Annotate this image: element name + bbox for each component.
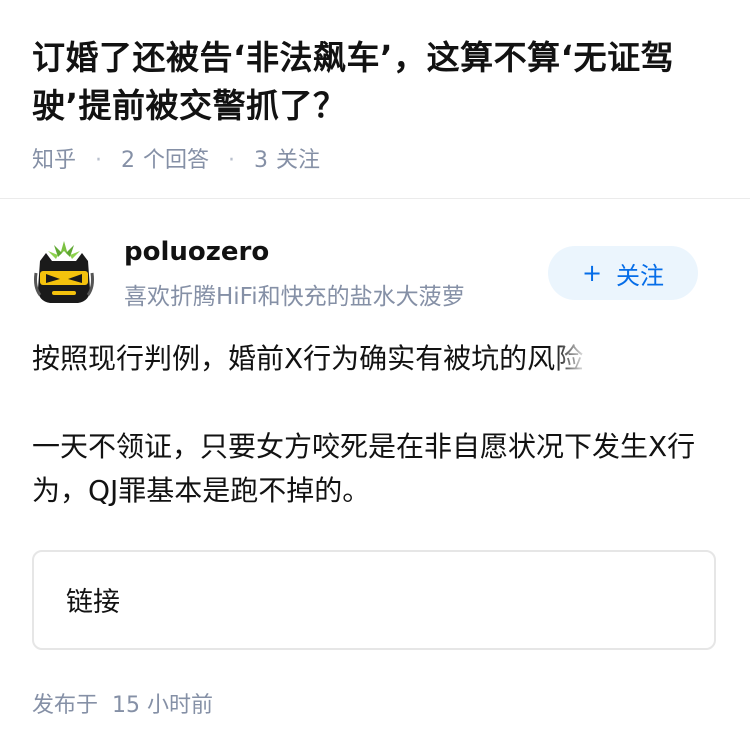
question-meta: 知乎 · 2 个回答 · 3 关注 <box>32 142 320 174</box>
link-card[interactable]: 链接 <box>32 550 716 650</box>
author-name[interactable]: poluozero <box>124 237 269 267</box>
follower-count: 3 <box>254 148 269 173</box>
answer-count-label[interactable]: 个回答 <box>143 148 209 173</box>
answer-paragraph-faded-text: 险 <box>555 342 584 375</box>
pineapple-cat-avatar-icon[interactable] <box>32 239 96 307</box>
answer-count: 2 <box>121 148 136 173</box>
meta-separator: · <box>228 148 236 173</box>
follow-button[interactable]: + 关注 <box>548 246 698 300</box>
publish-label: 发布于 <box>32 693 99 718</box>
plus-icon: + <box>581 259 603 287</box>
follow-label: 关注 <box>616 261 665 290</box>
meta-separator: · <box>95 148 103 173</box>
question-title[interactable]: 订婚了还被告‘非法飙车’，这算不算‘无证驾驶’提前被交警抓了？ <box>32 34 722 130</box>
answer-card: poluozero 喜欢折腾HiFi和快充的盐水大菠萝 + 关注 按照现行判例，… <box>0 199 750 756</box>
link-label: 链接 <box>66 587 120 618</box>
author-bio: 喜欢折腾HiFi和快充的盐水大菠萝 <box>124 284 465 310</box>
answer-paragraph: 按照现行判例，婚前X行为确实有被坑的风险 <box>32 337 722 381</box>
question-header: 订婚了还被告‘非法飙车’，这算不算‘无证驾驶’提前被交警抓了？ 知乎 · 2 个回… <box>0 0 750 199</box>
author-info: poluozero 喜欢折腾HiFi和快充的盐水大菠萝 + 关注 <box>32 235 722 315</box>
follower-count-label[interactable]: 关注 <box>276 148 320 173</box>
answer-paragraph: 一天不领证，只要女方咬死是在非自愿状况下发生X行为，QJ罪基本是跑不掉的。 <box>32 430 696 507</box>
source-label[interactable]: 知乎 <box>32 148 76 173</box>
publish-time-value: 15 小时前 <box>112 693 214 718</box>
answer-paragraph-text: 按照现行判例，婚前X行为确实有被坑的风 <box>32 342 556 375</box>
publish-time: 发布于 15 小时前 <box>32 687 213 719</box>
